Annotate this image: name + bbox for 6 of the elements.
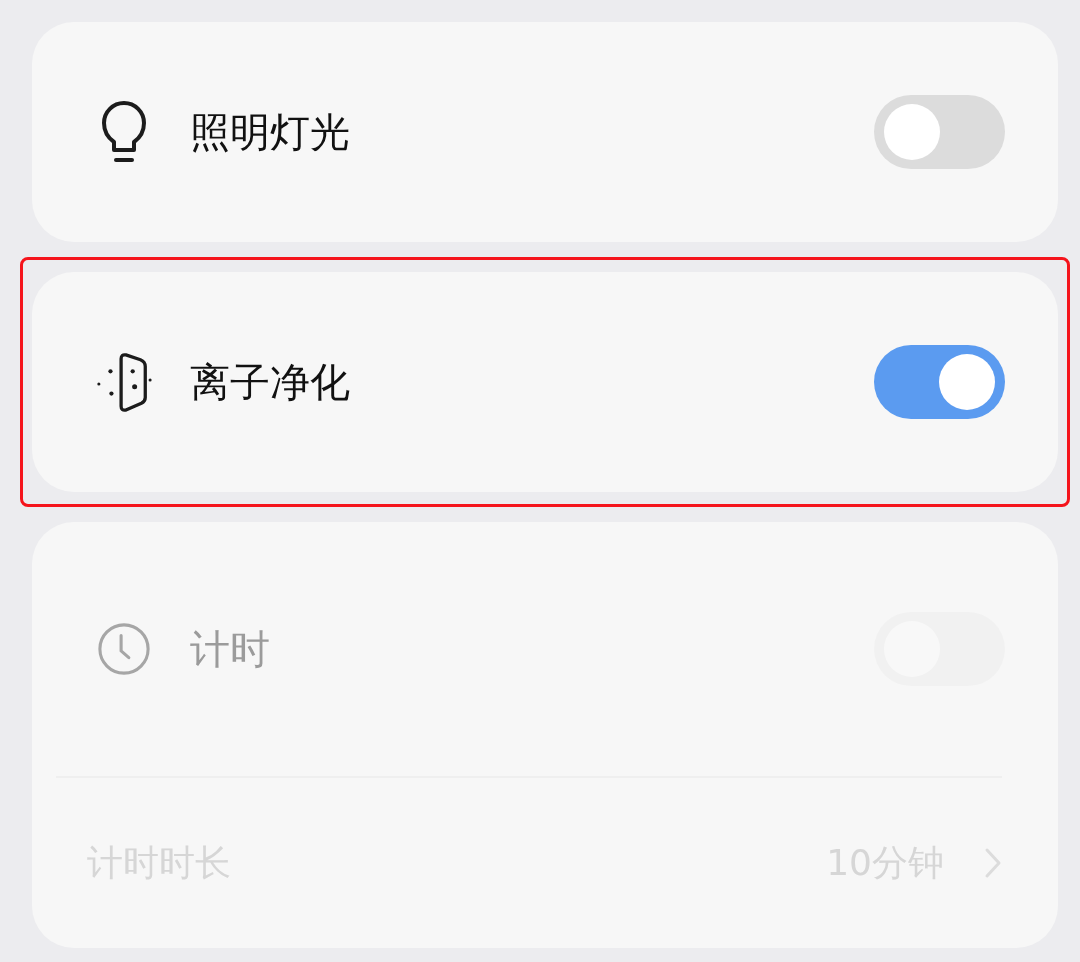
setting-label: 照明灯光 bbox=[190, 108, 350, 156]
setting-label: 计时 bbox=[190, 625, 270, 673]
lightbulb-icon bbox=[100, 100, 148, 164]
setting-label: 离子净化 bbox=[190, 358, 350, 406]
ion-bracket-icon bbox=[95, 351, 153, 413]
clock-icon bbox=[97, 622, 151, 676]
